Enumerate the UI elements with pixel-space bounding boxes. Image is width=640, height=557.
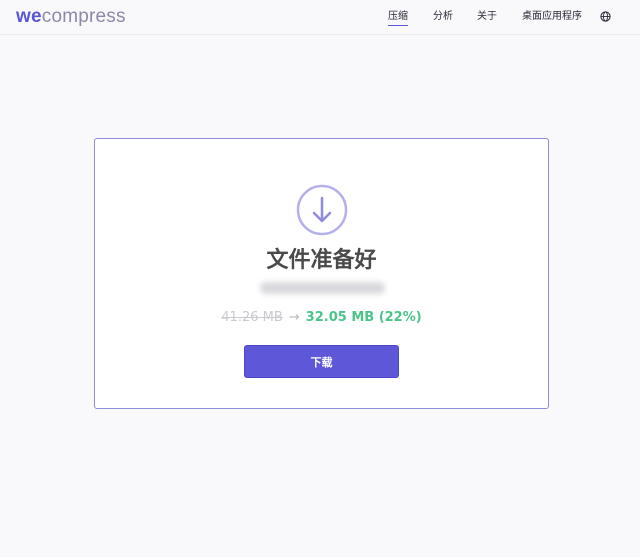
top-bar: wecompress 压缩 分析 关于 桌面应用程序 <box>0 0 640 35</box>
result-card: 文件准备好 41.26 MB → 32.05 MB (22%) 下载 <box>94 138 549 409</box>
nav-compress[interactable]: 压缩 <box>388 10 408 26</box>
filename-blurred <box>260 282 385 294</box>
download-circle-icon <box>296 184 348 236</box>
nav-desktop-app[interactable]: 桌面应用程序 <box>522 10 582 24</box>
wecompress-logo[interactable]: wecompress <box>16 6 126 28</box>
download-button[interactable]: 下载 <box>244 345 399 378</box>
compressed-size: 32.05 MB (22%) <box>305 310 422 325</box>
size-comparison: 41.26 MB → 32.05 MB (22%) <box>95 309 548 327</box>
original-size: 41.26 MB <box>221 310 283 325</box>
logo-compress: compress <box>41 6 126 27</box>
globe-icon[interactable] <box>600 11 611 22</box>
nav-about[interactable]: 关于 <box>477 10 497 24</box>
nav-analyze[interactable]: 分析 <box>433 10 453 24</box>
arrow-right-icon: → <box>288 310 300 325</box>
logo-we: we <box>16 6 42 27</box>
file-ready-title: 文件准备好 <box>266 248 377 273</box>
